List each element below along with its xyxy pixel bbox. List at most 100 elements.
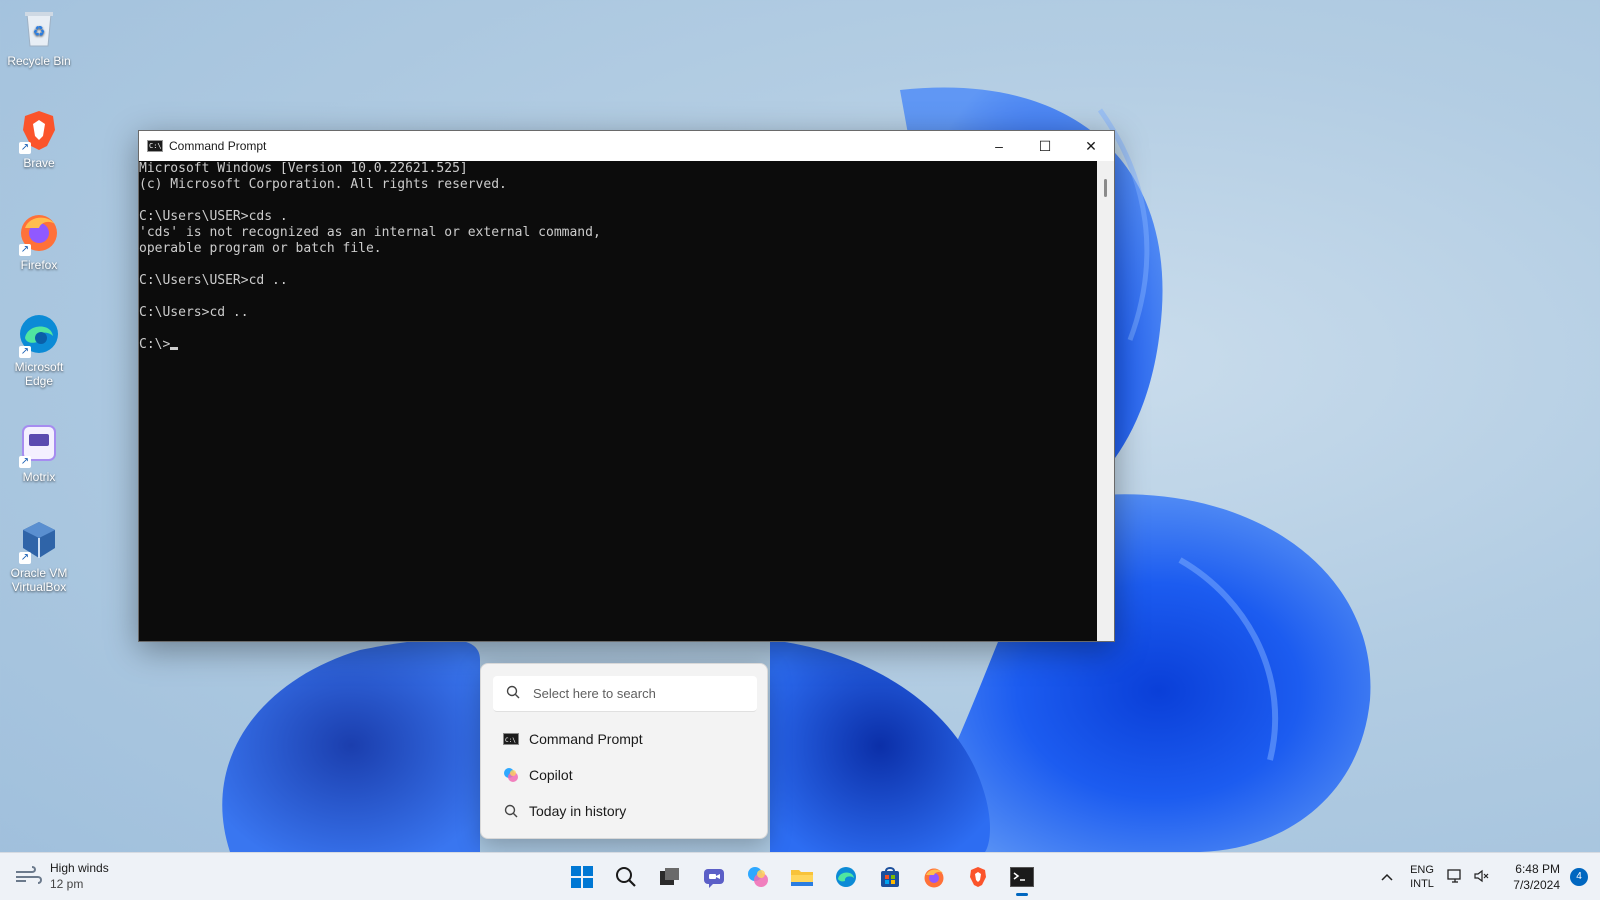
terminal-line: (c) Microsoft Corporation. All rights re… xyxy=(139,177,507,192)
shortcut-arrow-icon: ↗ xyxy=(19,244,31,256)
edge-icon: ↗ xyxy=(17,312,61,358)
terminal-line: C:\Users\USER>cd .. xyxy=(139,273,288,288)
taskbar-app-store[interactable] xyxy=(868,857,912,897)
recycle-bin-icon: ♻ xyxy=(17,6,61,50)
windows-logo-icon xyxy=(571,866,593,888)
search-input[interactable] xyxy=(533,686,743,701)
terminal-line: C:\Users>cd .. xyxy=(139,305,249,320)
svg-text:♻: ♻ xyxy=(33,23,46,39)
search-result-label: Command Prompt xyxy=(529,731,643,747)
network-icon[interactable] xyxy=(1442,868,1468,887)
volume-muted-icon[interactable] xyxy=(1468,868,1494,887)
close-button[interactable]: ✕ xyxy=(1068,131,1114,161)
desktop-icon-label: Microsoft Edge xyxy=(14,360,64,388)
desktop-icon-virtualbox[interactable]: ↗ Oracle VM VirtualBox xyxy=(4,518,74,594)
desktop-icon-motrix[interactable]: ↗ Motrix xyxy=(4,422,74,484)
taskbar-search-button[interactable] xyxy=(604,857,648,897)
copilot-icon xyxy=(493,767,529,783)
desktop-icon-recycle-bin[interactable]: ♻ Recycle Bin xyxy=(4,6,74,68)
cmd-icon: C:\ xyxy=(493,733,529,745)
language-code: ENG xyxy=(1410,864,1434,876)
desktop-icon-firefox[interactable]: ↗ Firefox xyxy=(4,210,74,272)
svg-text:C:\: C:\ xyxy=(505,737,516,744)
brave-icon: ↗ xyxy=(17,108,61,154)
terminal-line: C:\Users\USER>cds . xyxy=(139,209,288,224)
desktop-icon-label: Brave xyxy=(23,156,55,170)
firefox-icon xyxy=(924,868,944,888)
chat-icon xyxy=(704,869,724,888)
minimize-button[interactable]: – xyxy=(976,131,1022,161)
clock[interactable]: 6:48 PM 7/3/2024 xyxy=(1494,861,1564,893)
weather-time: 12 pm xyxy=(50,877,84,891)
search-result-command-prompt[interactable]: C:\ Command Prompt xyxy=(493,723,757,755)
desktop-icon-label: Firefox xyxy=(20,258,58,272)
search-box[interactable] xyxy=(493,676,757,712)
terminal-line: Microsoft Windows [Version 10.0.22621.52… xyxy=(139,161,468,176)
search-icon xyxy=(493,685,533,702)
maximize-button[interactable]: ☐ xyxy=(1022,131,1068,161)
search-icon xyxy=(493,804,529,818)
desktop-icon-label: Motrix xyxy=(22,470,56,484)
window-titlebar[interactable]: C:\ Command Prompt – ☐ ✕ xyxy=(139,131,1114,161)
input-language-indicator[interactable]: ENG INTL xyxy=(1402,863,1442,891)
desktop-icon-label: Recycle Bin xyxy=(7,54,71,68)
task-view-icon xyxy=(660,868,679,885)
desktop-icon-edge[interactable]: ↗ Microsoft Edge xyxy=(4,312,74,388)
taskbar-app-brave[interactable] xyxy=(956,857,1000,897)
taskbar-app-copilot[interactable] xyxy=(736,857,780,897)
search-icon xyxy=(616,867,636,887)
notification-badge[interactable]: 4 xyxy=(1570,868,1588,886)
scrollbar-thumb[interactable] xyxy=(1104,179,1107,197)
firefox-icon: ↗ xyxy=(17,210,61,256)
folder-icon xyxy=(791,870,813,886)
edge-icon xyxy=(836,867,856,887)
taskbar-app-file-explorer[interactable] xyxy=(780,857,824,897)
keyboard-layout: INTL xyxy=(1410,878,1434,890)
virtualbox-icon: ↗ xyxy=(17,518,61,564)
shortcut-arrow-icon: ↗ xyxy=(19,346,31,358)
search-flyout: C:\ Command Prompt Copilot Today in hist… xyxy=(480,663,768,839)
shortcut-arrow-icon: ↗ xyxy=(19,456,31,468)
cmd-icon: C:\ xyxy=(147,140,163,152)
copilot-icon xyxy=(748,867,768,887)
search-result-label: Copilot xyxy=(529,767,573,783)
scrollbar[interactable] xyxy=(1097,161,1114,641)
shortcut-arrow-icon: ↗ xyxy=(19,142,31,154)
taskbar-app-edge[interactable] xyxy=(824,857,868,897)
clock-time: 6:48 PM xyxy=(1515,862,1560,876)
start-button[interactable] xyxy=(560,857,604,897)
task-view-button[interactable] xyxy=(648,857,692,897)
terminal-line: 'cds' is not recognized as an internal o… xyxy=(139,225,601,240)
desktop-icon-brave[interactable]: ↗ Brave xyxy=(4,108,74,170)
terminal-cursor xyxy=(170,347,179,350)
terminal-line: operable program or batch file. xyxy=(139,241,382,256)
window-title: Command Prompt xyxy=(169,139,267,153)
taskbar-app-firefox[interactable] xyxy=(912,857,956,897)
wind-icon xyxy=(14,866,42,886)
terminal-line: C:\> xyxy=(139,337,1097,353)
system-tray: ENG INTL 6:48 PM 7/3/2024 4 xyxy=(1372,853,1600,900)
brave-icon xyxy=(970,867,986,887)
chevron-up-icon xyxy=(1381,873,1393,881)
weather-widget[interactable]: High winds 12 pm xyxy=(14,860,109,892)
desktop-icon-label: Oracle VM VirtualBox xyxy=(10,566,68,594)
show-hidden-icons-button[interactable] xyxy=(1372,870,1402,884)
search-result-label: Today in history xyxy=(529,803,627,819)
clock-date: 7/3/2024 xyxy=(1513,878,1560,892)
command-prompt-window[interactable]: C:\ Command Prompt – ☐ ✕ Microsoft Windo… xyxy=(138,130,1115,642)
terminal-output[interactable]: Microsoft Windows [Version 10.0.22621.52… xyxy=(139,161,1097,641)
taskbar-app-chat[interactable] xyxy=(692,857,736,897)
taskbar: High winds 12 pm ENG INTL 6:48 PM 7/3/20… xyxy=(0,852,1600,900)
terminal-icon xyxy=(1010,867,1034,887)
taskbar-apps xyxy=(560,857,1044,897)
store-icon xyxy=(881,867,899,887)
search-result-copilot[interactable]: Copilot xyxy=(493,759,757,791)
shortcut-arrow-icon: ↗ xyxy=(19,552,31,564)
taskbar-app-terminal[interactable] xyxy=(1000,857,1044,897)
search-result-today-in-history[interactable]: Today in history xyxy=(493,795,757,827)
weather-title: High winds xyxy=(50,861,109,875)
